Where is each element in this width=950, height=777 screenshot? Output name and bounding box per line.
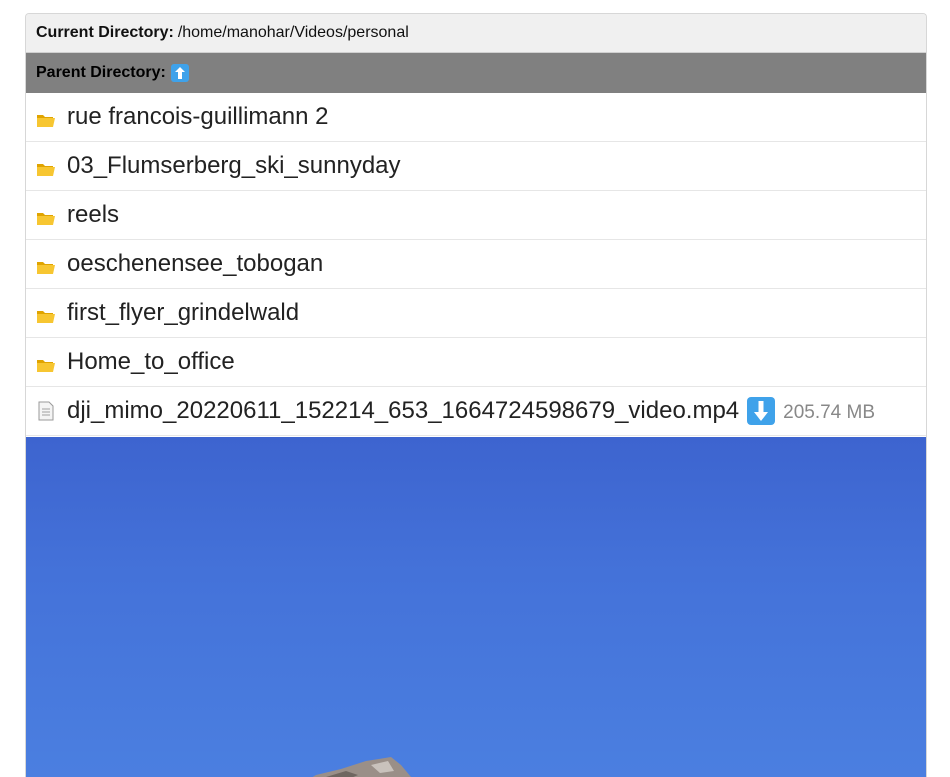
folder-name: 03_Flumserberg_ski_sunnyday xyxy=(67,152,401,179)
folder-name: reels xyxy=(67,201,120,228)
open-folder-icon xyxy=(37,164,55,176)
folder-item[interactable]: 03_Flumserberg_ski_sunnyday xyxy=(26,142,926,191)
video-preview[interactable] xyxy=(26,437,926,777)
open-folder-icon xyxy=(37,115,55,127)
file-browser-panel: Current Directory: /home/manohar/Videos/… xyxy=(25,13,927,777)
folder-name: rue francois-guillimann 2 xyxy=(67,103,329,130)
folder-name: Home_to_office xyxy=(67,348,235,375)
mountain-peak-image xyxy=(312,757,411,777)
open-folder-icon xyxy=(37,360,55,372)
file-item[interactable]: dji_mimo_20220611_152214_653_16647245986… xyxy=(26,387,926,436)
folder-name: first_flyer_grindelwald xyxy=(67,299,300,326)
open-folder-icon xyxy=(37,213,55,225)
down-arrow-icon[interactable] xyxy=(747,397,776,425)
parent-directory-link[interactable]: Parent Directory: xyxy=(26,53,926,93)
folder-name: oeschenensee_tobogan xyxy=(67,250,324,277)
folder-item[interactable]: first_flyer_grindelwald xyxy=(26,289,926,338)
folder-item[interactable]: Home_to_office xyxy=(26,338,926,387)
file-size: 205.74 MB xyxy=(783,401,876,423)
parent-directory-label: Parent Directory: xyxy=(36,64,166,81)
current-directory-label: Current Directory: xyxy=(36,24,174,41)
up-arrow-icon[interactable] xyxy=(170,64,189,82)
current-directory-bar: Current Directory: /home/manohar/Videos/… xyxy=(26,14,926,53)
folder-item[interactable]: reels xyxy=(26,191,926,240)
open-folder-icon xyxy=(37,262,55,274)
directory-listing: rue francois-guillimann 2 03_Flumserberg… xyxy=(26,93,926,436)
current-directory-path: /home/manohar/Videos/personal xyxy=(177,24,409,41)
file-name: dji_mimo_20220611_152214_653_16647245986… xyxy=(67,397,740,424)
open-folder-icon xyxy=(37,311,55,323)
folder-item[interactable]: rue francois-guillimann 2 xyxy=(26,93,926,142)
folder-item[interactable]: oeschenensee_tobogan xyxy=(26,240,926,289)
document-icon xyxy=(38,401,54,421)
